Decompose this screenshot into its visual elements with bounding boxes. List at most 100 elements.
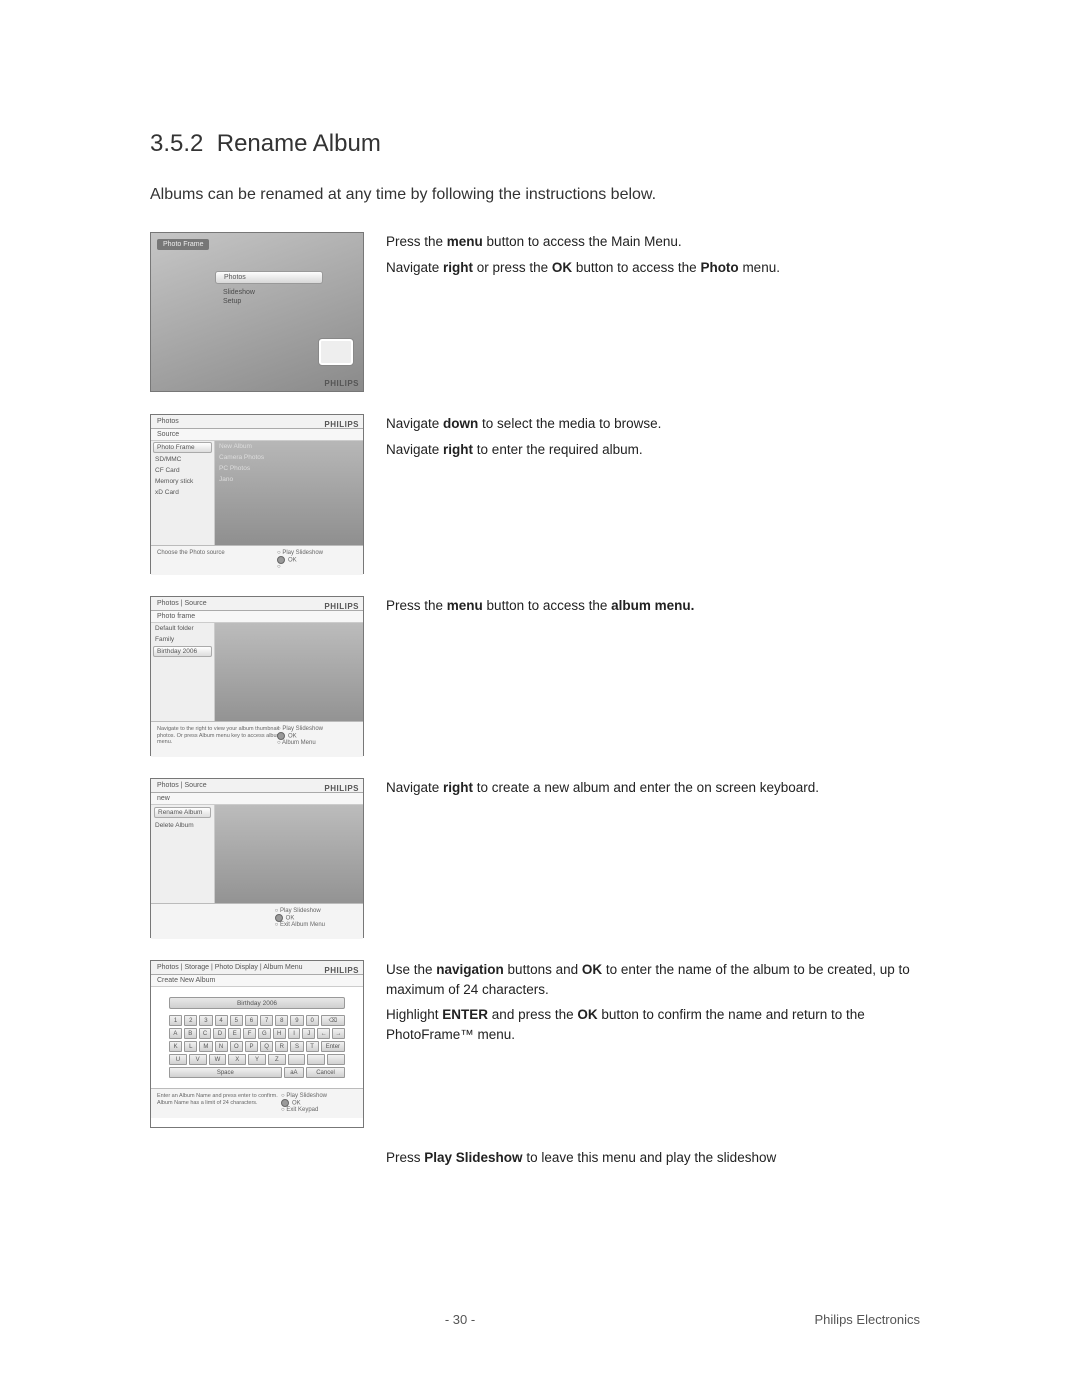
key-0: 0: [306, 1015, 319, 1026]
album-column: New Album Camera Photos PC Photos Jano: [215, 441, 363, 545]
menu-rename-album: Rename Album: [154, 807, 211, 818]
key-2: 2: [184, 1015, 197, 1026]
key-blank3: [327, 1054, 345, 1065]
key-n: N: [215, 1041, 228, 1052]
key-g: G: [258, 1028, 271, 1039]
hdr-photos: Photos: [157, 418, 179, 425]
section-title-text: Rename Album: [217, 130, 381, 157]
section-number: 3.5.2: [150, 130, 203, 157]
key-v: V: [189, 1054, 207, 1065]
footer-controls: ○ Play Slideshow OK ○ Exit Album Menu: [275, 908, 325, 928]
key-cancel: Cancel: [306, 1067, 345, 1078]
step-3-description: Press the menu button to access the albu…: [386, 596, 930, 622]
ok-button-icon: [281, 1099, 289, 1107]
ok-button-icon: [275, 914, 283, 922]
source-photo-frame: Photo Frame: [153, 442, 212, 453]
screenshot-album-list: Photos | SourcePHILIPS Photo frame Defau…: [150, 596, 364, 756]
step-5-description: Use the navigation buttons and OK to ent…: [386, 960, 930, 1050]
key-shift: aA: [284, 1067, 304, 1078]
footer-controls: ○ Play Slideshow OK ○ Album Menu: [277, 726, 323, 746]
key-k: K: [169, 1041, 182, 1052]
screenshot-source-list: PhotosPHILIPS Source Photo Frame SD/MMC …: [150, 414, 364, 574]
album-pc-photos: PC Photos: [215, 463, 363, 474]
key-3: 3: [199, 1015, 212, 1026]
key-q: Q: [260, 1041, 273, 1052]
key-u: U: [169, 1054, 187, 1065]
menu-item-slideshow: Slideshow: [215, 288, 323, 297]
album-camera-photos: Camera Photos: [215, 452, 363, 463]
key-5: 5: [230, 1015, 243, 1026]
footer-controls: ○ Play Slideshow OK ○: [277, 550, 323, 570]
key-t: T: [306, 1041, 319, 1052]
step-5: Photos | Storage | Photo Display | Album…: [150, 960, 930, 1128]
key-7: 7: [260, 1015, 273, 1026]
brand-logo: PHILIPS: [324, 782, 359, 796]
on-screen-keyboard: 1 2 3 4 5 6 7 8 9 0 ⌫: [169, 1015, 345, 1078]
menu-item-photos: Photos: [215, 271, 323, 284]
key-f: F: [243, 1028, 256, 1039]
key-l: L: [184, 1041, 197, 1052]
key-1: 1: [169, 1015, 182, 1026]
brand-logo: PHILIPS: [324, 600, 359, 614]
preview-thumbnail-icon: [319, 339, 353, 365]
album-list: Default folder Family Birthday 2006: [151, 623, 215, 721]
key-i: I: [288, 1028, 301, 1039]
screenshot-main-menu: Photo Frame Photos Slideshow Setup PHILI…: [150, 232, 364, 392]
hdr: Photos | Source: [157, 782, 207, 789]
key-h: H: [273, 1028, 286, 1039]
key-c: C: [199, 1028, 212, 1039]
key-z: Z: [268, 1054, 286, 1065]
section-heading: 3.5.2 Rename Album: [150, 130, 930, 158]
content: 3.5.2 Rename Album Albums can be renamed…: [150, 130, 930, 1165]
key-d: D: [213, 1028, 226, 1039]
menu-item-setup: Setup: [215, 297, 323, 306]
key-a: A: [169, 1028, 182, 1039]
album-jano: Jano: [215, 474, 363, 485]
key-b: B: [184, 1028, 197, 1039]
step-3: Photos | SourcePHILIPS Photo frame Defau…: [150, 596, 930, 756]
key-o: O: [230, 1041, 243, 1052]
key-r: R: [275, 1041, 288, 1052]
key-blank1: [288, 1054, 306, 1065]
key-left: ←: [317, 1028, 330, 1039]
key-x: X: [228, 1054, 246, 1065]
page-number: - 30 -: [445, 1312, 475, 1327]
step-4: Photos | SourcePHILIPS new Rename Album …: [150, 778, 930, 938]
footer-hint: Choose the Photo source: [157, 550, 357, 556]
album-menu-list: Rename Album Delete Album: [151, 805, 215, 903]
thumbnail-area: [215, 623, 363, 721]
company-name: Philips Electronics: [815, 1312, 921, 1327]
key-right: →: [332, 1028, 345, 1039]
ok-button-icon: [277, 732, 285, 740]
source-memory-stick: Memory stick: [151, 476, 214, 487]
hdr: Photos | Source: [157, 600, 207, 607]
step-2-description: Navigate down to select the media to bro…: [386, 414, 930, 465]
key-w: W: [209, 1054, 227, 1065]
main-menu: Photos Slideshow Setup: [215, 271, 323, 306]
album-name-input: Birthday 2006: [169, 997, 345, 1009]
album-default-folder: Default folder: [151, 623, 214, 634]
source-list: Photo Frame SD/MMC CF Card Memory stick …: [151, 441, 215, 545]
key-p: P: [245, 1041, 258, 1052]
step-2: PhotosPHILIPS Source Photo Frame SD/MMC …: [150, 414, 930, 574]
key-6: 6: [245, 1015, 258, 1026]
key-4: 4: [215, 1015, 228, 1026]
step-4-description: Navigate right to create a new album and…: [386, 778, 930, 804]
key-e: E: [228, 1028, 241, 1039]
key-8: 8: [275, 1015, 288, 1026]
screenshot-keyboard: Photos | Storage | Photo Display | Album…: [150, 960, 364, 1128]
album-new-album: New Album: [215, 441, 363, 452]
source-xd-card: xD Card: [151, 487, 214, 498]
right-pane: [215, 805, 363, 903]
album-birthday-2006: Birthday 2006: [153, 646, 212, 657]
step-1-description: Press the menu button to access the Main…: [386, 232, 930, 283]
frame-title: Photo Frame: [157, 239, 209, 250]
section-intro: Albums can be renamed at any time by fol…: [150, 186, 930, 204]
closing-instruction: Press Play Slideshow to leave this menu …: [386, 1150, 930, 1165]
manual-page: 3.5.2 Rename Album Albums can be renamed…: [0, 0, 1080, 1397]
step-1: Photo Frame Photos Slideshow Setup PHILI…: [150, 232, 930, 392]
source-cf-card: CF Card: [151, 465, 214, 476]
brand-logo: PHILIPS: [324, 379, 359, 388]
key-j: J: [302, 1028, 315, 1039]
footer-controls: ○ Play Slideshow OK ○ Exit Keypad: [281, 1093, 327, 1113]
